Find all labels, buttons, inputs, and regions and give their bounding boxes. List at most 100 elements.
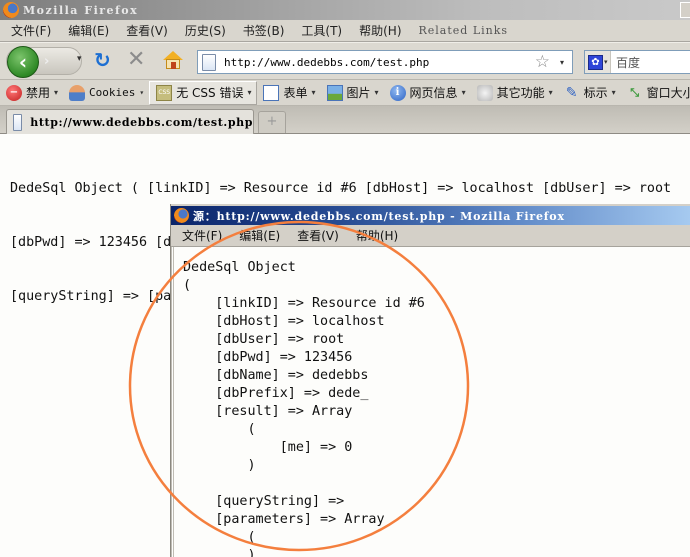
firefox-logo-icon	[174, 208, 189, 223]
source-menu-help[interactable]: 帮助(H)	[356, 227, 398, 244]
source-line: [dbHost] => localhost	[183, 314, 385, 329]
source-line: [me] => 0	[183, 440, 353, 455]
search-input[interactable]: 百度	[616, 54, 640, 71]
source-line: (	[183, 422, 256, 437]
source-line: [linkID] => Resource id #6	[183, 296, 425, 311]
image-icon	[326, 84, 343, 101]
stop-button[interactable]: ✕	[127, 49, 145, 71]
devbar-label: 标示	[583, 86, 608, 100]
devbar-label: 禁用	[26, 86, 51, 100]
devbar-disable[interactable]: − 禁用 ▾	[0, 81, 63, 105]
source-menu-bar: 文件(F) 编辑(E) 查看(V) 帮助(H)	[171, 225, 690, 247]
css-icon: CSS	[156, 84, 173, 101]
dropdown-arrow-icon: ▾	[548, 88, 553, 97]
home-icon-door	[171, 62, 176, 69]
devbar-page-info[interactable]: i 网页信息 ▾	[384, 81, 471, 105]
devbar-label: 窗口大小	[646, 86, 690, 100]
devbar-label: 表单	[283, 86, 308, 100]
source-menu-view[interactable]: 查看(V)	[297, 227, 339, 244]
devbar-images[interactable]: 图片 ▾	[321, 81, 384, 105]
minimize-button[interactable]	[680, 2, 690, 18]
source-line: [result] => Array	[183, 404, 353, 419]
new-tab-button[interactable]: +	[258, 111, 286, 133]
menu-bookmarks[interactable]: 书签(B)	[243, 22, 285, 39]
source-line	[183, 475, 425, 493]
source-line: (	[183, 530, 256, 545]
dropdown-arrow-icon: ▾	[461, 88, 466, 97]
tab-strip: http://www.dedebbs.com/test.php +	[0, 106, 690, 135]
source-line: )	[183, 548, 256, 557]
source-line: [parameters] => Array	[183, 512, 385, 527]
home-button[interactable]	[163, 51, 183, 69]
navigation-toolbar: ‹ › ▾ ↻ ✕ http://www.dedebbs.com/test.ph…	[0, 42, 690, 80]
devbar-forms[interactable]: 表单 ▾	[257, 81, 320, 105]
source-menu-file[interactable]: 文件(F)	[182, 227, 222, 244]
source-line: [dbUser] => root	[183, 332, 345, 347]
engine-dropdown-icon: ▾	[604, 58, 608, 66]
form-icon	[263, 84, 280, 101]
window-title-bar: Mozilla Firefox	[0, 0, 690, 20]
menu-view[interactable]: 查看(V)	[126, 22, 168, 39]
misc-icon	[476, 84, 493, 101]
source-code: DedeSql Object ( [linkID] => Resource id …	[183, 259, 425, 557]
source-menu-edit[interactable]: 编辑(E)	[239, 227, 280, 244]
output-line: DedeSql Object ( [linkID] => Resource id…	[10, 181, 672, 196]
devbar-label: 其它功能	[496, 86, 545, 100]
menu-related-links[interactable]: Related Links	[419, 24, 509, 37]
source-body: DedeSql Object ( [linkID] => Resource id …	[171, 247, 690, 557]
reload-button[interactable]: ↻	[94, 50, 111, 70]
source-line: DedeSql Object	[183, 260, 296, 275]
info-icon: i	[389, 84, 406, 101]
menu-history[interactable]: 历史(S)	[185, 22, 226, 39]
devbar-css[interactable]: CSS 无 CSS 错误 ▾	[149, 80, 258, 105]
back-forward-group: ‹ › ▾	[6, 46, 82, 78]
plus-icon: +	[266, 114, 278, 129]
baidu-paw-icon: ✿	[588, 54, 603, 70]
dropdown-arrow-icon: ▾	[374, 88, 379, 97]
resize-icon: ⤡	[630, 85, 640, 99]
tab-active[interactable]: http://www.dedebbs.com/test.php	[6, 109, 254, 135]
dropdown-arrow-icon: ▾	[139, 88, 145, 97]
devbar-misc[interactable]: 其它功能 ▾	[471, 81, 558, 105]
source-line: )	[183, 458, 256, 473]
outline-icon: ✎	[565, 84, 578, 101]
back-button[interactable]: ‹	[7, 46, 39, 78]
dropdown-arrow-icon: ▾	[311, 88, 316, 97]
menu-edit[interactable]: 编辑(E)	[68, 22, 109, 39]
source-window-title: 源：http://www.dedebbs.com/test.php - Mozi…	[193, 209, 565, 223]
cookies-icon	[69, 84, 86, 101]
devbar-label: 无 CSS 错误	[176, 86, 244, 100]
devbar-label: 网页信息	[409, 86, 458, 100]
tab-title: http://www.dedebbs.com/test.php	[30, 116, 253, 129]
devbar-label: Cookies	[89, 86, 136, 99]
source-line: [dbPrefix] => dede_	[183, 386, 369, 401]
window-title: Mozilla Firefox	[23, 3, 139, 17]
source-line: [queryString] =>	[183, 494, 353, 509]
menu-file[interactable]: 文件(F)	[11, 22, 51, 39]
back-arrow-icon: ‹	[18, 50, 28, 74]
devbar-outline[interactable]: ✎ 标示 ▾	[558, 81, 621, 105]
forward-button[interactable]: ›	[44, 54, 49, 69]
url-input[interactable]: http://www.dedebbs.com/test.php	[224, 56, 535, 69]
source-line: (	[183, 278, 192, 293]
menu-help[interactable]: 帮助(H)	[359, 22, 401, 39]
page-icon	[202, 53, 216, 71]
dropdown-arrow-icon: ▾	[54, 88, 59, 97]
bookmark-star-icon[interactable]: ☆	[535, 53, 550, 71]
menu-bar: 文件(F) 编辑(E) 查看(V) 历史(S) 书签(B) 工具(T) 帮助(H…	[0, 20, 690, 42]
history-dropdown-icon[interactable]: ▾	[77, 54, 82, 64]
source-line: [dbName] => dedebbs	[183, 368, 369, 383]
devbar-cookies[interactable]: Cookies ▾	[63, 81, 149, 105]
source-window-title-bar: 源：http://www.dedebbs.com/test.php - Mozi…	[171, 204, 690, 225]
view-source-window: 源：http://www.dedebbs.com/test.php - Mozi…	[170, 204, 690, 557]
url-bar[interactable]: http://www.dedebbs.com/test.php ☆ ▾	[197, 50, 573, 74]
firefox-logo-icon	[3, 2, 19, 18]
search-engine-selector[interactable]: ✿ ▾	[585, 51, 611, 73]
dropdown-arrow-icon: ▾	[611, 88, 616, 97]
url-dropdown-icon[interactable]: ▾	[560, 58, 564, 67]
menu-tools[interactable]: 工具(T)	[301, 22, 342, 39]
devbar-resize[interactable]: ⤡ 窗口大小 ▾	[621, 81, 690, 105]
devbar-label: 图片	[346, 86, 371, 100]
disable-icon: −	[6, 84, 22, 101]
search-bar[interactable]: ✿ ▾ 百度	[584, 50, 690, 74]
